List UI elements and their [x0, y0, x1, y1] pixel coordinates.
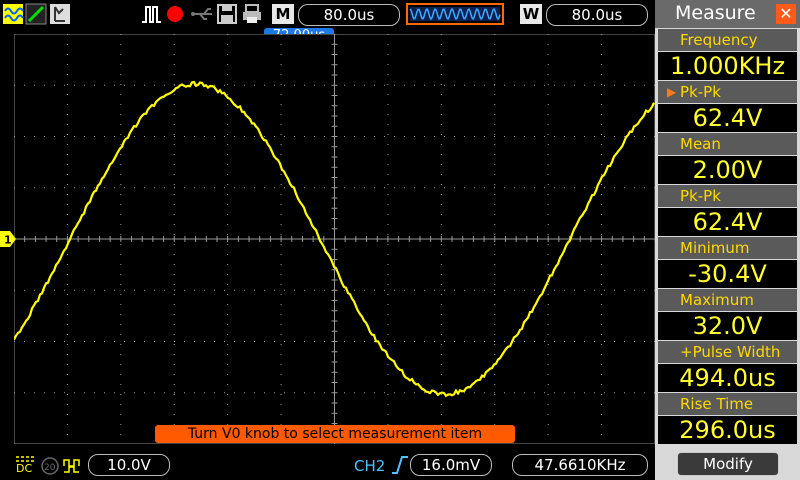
- bottom-status-bar: DC 20 10.0V CH2 16.0mV 47.6610KHz: [0, 450, 655, 480]
- bandwidth-limit-icon[interactable]: 20: [40, 456, 60, 476]
- close-icon[interactable]: ✕: [776, 4, 796, 24]
- measure-value-frequency: 1.000KHz: [658, 52, 797, 80]
- window-timebase[interactable]: 80.0us: [546, 4, 648, 26]
- coupling-label: DC: [16, 462, 32, 475]
- window-waveform-icon: [408, 5, 502, 23]
- rising-edge-trigger-icon[interactable]: [392, 455, 408, 475]
- measure-label-frequency[interactable]: Frequency: [658, 29, 797, 51]
- window-mode-indicator: W: [520, 4, 542, 24]
- measure-value-minimum: -30.4V: [658, 260, 797, 288]
- channel-1-coupling[interactable]: DC: [16, 456, 36, 476]
- measure-value-mean: 2.00V: [658, 156, 797, 184]
- measure-label-pk-pk[interactable]: Pk-Pk: [658, 185, 797, 207]
- record-icon[interactable]: [164, 3, 186, 25]
- measure-label-rise-time[interactable]: Rise Time: [658, 393, 797, 415]
- waveform-display[interactable]: [14, 34, 655, 444]
- measure-label-pk-pk-selected[interactable]: ▶ Pk-Pk: [658, 81, 797, 103]
- channel-1-scale[interactable]: 10.0V: [88, 454, 170, 476]
- trigger-level[interactable]: 16.0mV: [410, 454, 492, 476]
- dc-coupling-icon: [16, 456, 36, 462]
- measure-panel-header: Measure ✕: [655, 0, 800, 28]
- modify-button[interactable]: Modify: [677, 452, 779, 476]
- horizontal-timebase[interactable]: 80.0us: [298, 4, 400, 26]
- print-icon[interactable]: [241, 3, 263, 25]
- measure-value-maximum: 32.0V: [658, 312, 797, 340]
- measure-label-maximum[interactable]: Maximum: [658, 289, 797, 311]
- horizontal-mode-indicator: M: [272, 4, 294, 24]
- channel-1-marker[interactable]: 1: [0, 231, 16, 247]
- channel-1-marker-label: 1: [4, 234, 12, 247]
- measure-value-pk-pk-selected: 62.4V: [658, 104, 797, 132]
- window-zoom-preview[interactable]: [406, 3, 504, 25]
- waveform-icon[interactable]: [2, 3, 24, 25]
- channel-2-label: CH2: [354, 457, 385, 475]
- measure-value-pk-pk: 62.4V: [658, 208, 797, 236]
- measure-label-pulse-width[interactable]: +Pulse Width: [658, 341, 797, 363]
- svg-text:20: 20: [44, 463, 56, 473]
- trigger-frequency-counter: 47.6610KHz: [512, 454, 648, 476]
- measure-value-pulse-width: 494.0us: [658, 364, 797, 392]
- invert-icon[interactable]: [63, 456, 85, 476]
- slope-icon[interactable]: [25, 3, 47, 25]
- measure-label-text: Pk-Pk: [680, 83, 721, 101]
- usb-icon[interactable]: [190, 3, 214, 25]
- measure-panel-title: Measure: [675, 2, 756, 24]
- save-icon[interactable]: [216, 3, 238, 25]
- scope-icon[interactable]: [49, 3, 71, 25]
- hint-message: Turn V0 knob to select measurement item: [155, 425, 515, 443]
- top-toolbar: M 80.0us W 80.0us: [0, 0, 655, 28]
- measure-panel: Measure ✕ Frequency 1.000KHz ▶ Pk-Pk 62.…: [655, 0, 800, 480]
- measure-label-minimum[interactable]: Minimum: [658, 237, 797, 259]
- selection-arrow-icon: ▶: [667, 81, 676, 103]
- measure-value-rise-time: 296.0us: [658, 416, 797, 444]
- pulse-icon[interactable]: [140, 3, 162, 25]
- measure-label-mean[interactable]: Mean: [658, 133, 797, 155]
